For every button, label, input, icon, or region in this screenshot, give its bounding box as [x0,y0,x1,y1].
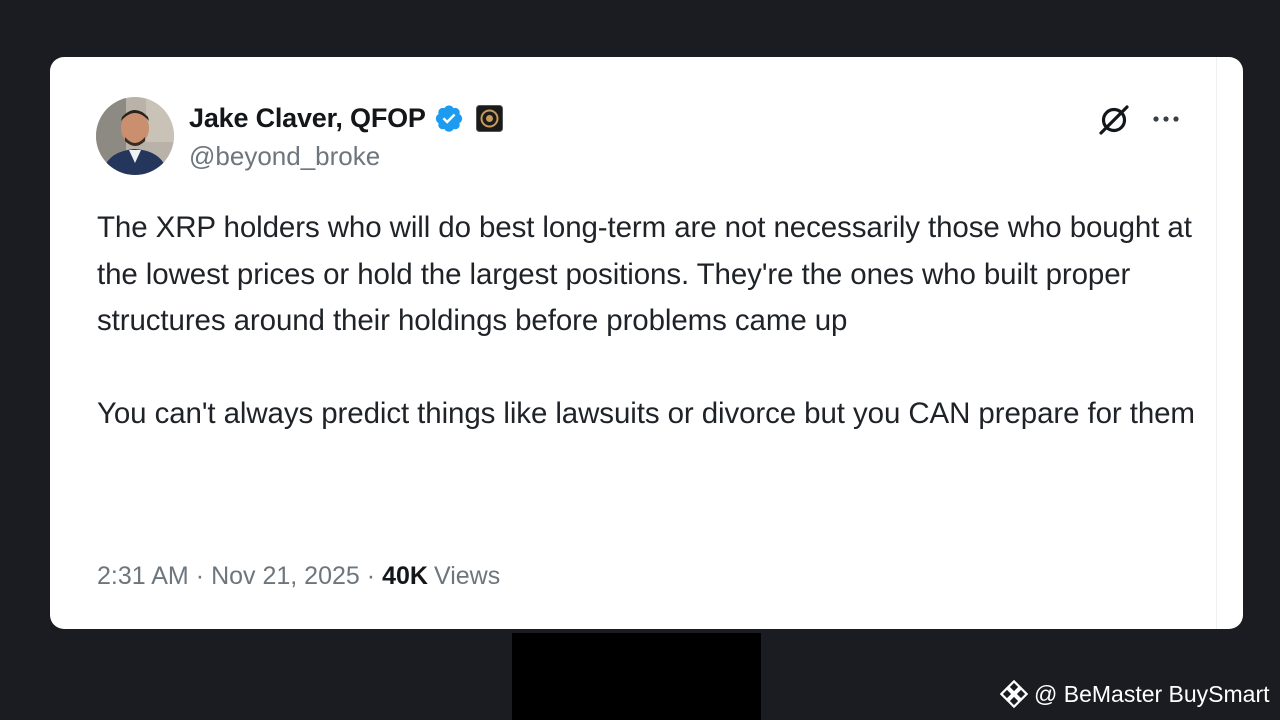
affiliate-badge-icon[interactable] [475,104,503,132]
tweet-date[interactable]: Nov 21, 2025 [211,562,360,591]
author-name[interactable]: Jake Claver, QFOP [189,103,426,134]
verified-badge-icon [434,103,464,133]
meta-separator: · [366,562,376,590]
author-row: Jake Claver, QFOP [189,101,503,135]
watermark: @ BeMaster BuySmart [999,679,1270,709]
tweet-card: Jake Claver, QFOP @beyond_broke The XRP … [50,57,1243,629]
tweet-text: The XRP holders who will do best long-te… [97,205,1207,437]
watermark-text: @ BeMaster BuySmart [1034,680,1270,707]
tweet-meta: 2:31 AM · Nov 21, 2025 · 40K Views [97,562,500,591]
tweet-paragraph: The XRP holders who will do best long-te… [97,211,1192,337]
views-label: Views [433,562,501,590]
author-avatar[interactable] [96,97,174,175]
author-handle[interactable]: @beyond_broke [189,141,380,172]
views-count[interactable]: 40K [382,562,428,591]
more-icon[interactable] [1148,104,1184,134]
meta-separator: · [195,562,205,590]
redaction-box [512,633,761,720]
tweet-paragraph: You can't always predict things like law… [97,396,1195,430]
tweet-time[interactable]: 2:31 AM [97,562,189,591]
binance-logo-icon [999,679,1029,709]
card-edge-divider [1216,57,1217,629]
grok-icon[interactable] [1096,102,1132,138]
